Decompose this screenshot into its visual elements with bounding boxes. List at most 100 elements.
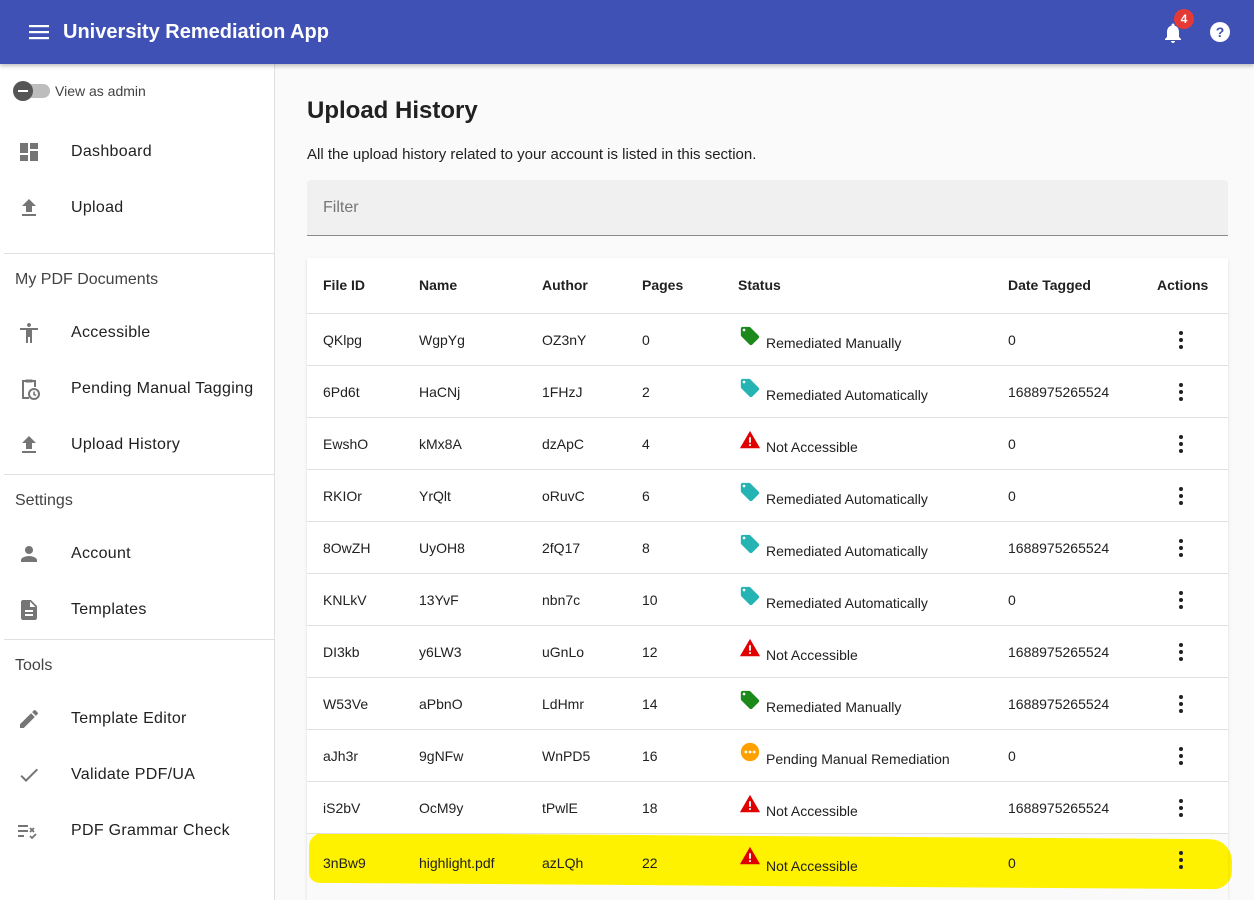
cell-name: OcM9y [419, 800, 464, 816]
table-row[interactable]: RKIOr YrQlt oRuvC 6 Remediated Automatically… [307, 470, 1228, 522]
dashboard-icon [20, 143, 38, 161]
cell-status: Remediated Automatically [766, 595, 928, 611]
warning-icon [739, 794, 761, 813]
sidebar-item-validate-pdf-ua[interactable]: Validate PDF/UA [0, 751, 274, 799]
column-header-file-id[interactable]: File ID [323, 277, 365, 293]
cell-status: Remediated Automatically [766, 387, 928, 403]
cell-pages: 8 [642, 540, 650, 556]
table-row[interactable]: KNLkV 13YvF nbn7c 10 Remediated Automaticall… [307, 574, 1228, 626]
pencil-icon [20, 709, 39, 728]
column-header-author[interactable]: Author [542, 277, 588, 293]
cell-file-id: 6Pd6t [323, 384, 360, 400]
toggle-switch[interactable] [13, 81, 50, 101]
menu-icon[interactable] [22, 18, 56, 46]
table-row[interactable]: iS2bV OcM9y tPwlE 18 Not Accessible 168897526… [307, 782, 1228, 834]
sidebar-item-label: Validate PDF/UA [71, 766, 196, 783]
cell-status: Remediated Automatically [766, 543, 928, 559]
more-actions-icon[interactable] [1171, 380, 1191, 404]
cell-name: aPbnO [419, 696, 463, 712]
toggle-knob [13, 81, 33, 101]
app-title: University Remediation App [63, 21, 329, 43]
cell-status: Remediated Automatically [766, 491, 928, 507]
help-icon[interactable]: ? [1208, 20, 1232, 44]
more-actions-icon[interactable] [1171, 640, 1191, 664]
table-row[interactable]: 3nBw9 highlight.pdf azLQh 22 Not Accessible 0 [307, 834, 1228, 886]
table-row[interactable]: EwshO kMx8A dzApC 4 Not Accessible 0 [307, 418, 1228, 470]
table-row[interactable]: W53Ve aPbnO LdHmr 14 Remediated Manually 1688… [307, 678, 1228, 730]
cell-author: 2fQ17 [542, 540, 581, 556]
page-description: All the upload history related to your a… [307, 146, 757, 163]
sidebar-item-dashboard[interactable]: Dashboard [0, 128, 274, 176]
column-header-pages[interactable]: Pages [642, 277, 683, 293]
column-header-status[interactable]: Status [738, 277, 781, 293]
table-row[interactable]: 8OwZH UyOH8 2fQ17 8 Remediated Automatically… [307, 522, 1228, 574]
cell-name: kMx8A [419, 436, 462, 452]
teal-tag-icon [740, 534, 760, 554]
sidebar-item-label: Accessible [71, 324, 151, 341]
cell-name: y6LW3 [419, 644, 462, 660]
table-row[interactable]: 6Pd6t HaCNj 1FHzJ 2 Remediated Automatically… [307, 366, 1228, 418]
cell-file-id: iS2bV [323, 800, 361, 816]
cell-author: 1FHzJ [542, 384, 583, 400]
cell-date-tagged: 0 [1008, 332, 1016, 348]
cell-name: highlight.pdf [419, 855, 495, 871]
more-actions-icon[interactable] [1171, 692, 1191, 716]
cell-file-id: EwshO [323, 436, 369, 452]
warning-icon [739, 846, 761, 865]
more-actions-icon[interactable] [1171, 744, 1191, 768]
view-as-admin-toggle[interactable]: View as admin [13, 80, 146, 102]
notifications-button[interactable]: 4 [1158, 9, 1194, 48]
table-row[interactable]: DI3kb y6LW3 uGnLo 12 Not Accessible 168897526… [307, 626, 1228, 678]
sidebar-divider [4, 253, 274, 254]
table-header: File ID Name Author Pages Status Date Ta… [307, 258, 1228, 314]
sidebar-item-templates[interactable]: Templates [0, 586, 274, 634]
cell-pages: 12 [642, 644, 658, 660]
more-actions-icon[interactable] [1171, 432, 1191, 456]
more-actions-icon[interactable] [1171, 536, 1191, 560]
column-header-date-tagged[interactable]: Date Tagged [1008, 277, 1091, 293]
sidebar-item-label: Account [71, 545, 131, 562]
cell-author: OZ3nY [542, 332, 587, 348]
cell-status: Remediated Manually [766, 699, 902, 715]
sidebar-item-upload[interactable]: Upload [0, 184, 274, 232]
upload-history-table: File ID Name Author Pages Status Date Ta… [307, 258, 1228, 900]
more-actions-icon[interactable] [1171, 848, 1191, 872]
teal-tag-icon [740, 482, 760, 502]
sidebar-item-pdf-grammar-check[interactable]: PDF Grammar Check [0, 807, 274, 855]
person-icon [21, 546, 37, 562]
cell-name: YrQlt [419, 488, 451, 504]
cell-status: Not Accessible [766, 647, 858, 663]
more-actions-icon[interactable] [1171, 484, 1191, 508]
column-header-name[interactable]: Name [419, 277, 457, 293]
svg-text:?: ? [1216, 24, 1225, 40]
more-actions-icon[interactable] [1171, 588, 1191, 612]
more-actions-icon[interactable] [1171, 328, 1191, 352]
cell-date-tagged: 0 [1008, 855, 1016, 871]
cell-date-tagged: 1688975265524 [1008, 644, 1110, 660]
spellcheck-icon [18, 825, 37, 840]
cell-author: WnPD5 [542, 748, 591, 764]
sidebar-item-upload-history[interactable]: Upload History [0, 421, 274, 469]
sidebar-divider [4, 474, 274, 475]
sidebar-item-accessible[interactable]: Accessible [0, 309, 274, 357]
warning-icon [739, 430, 761, 449]
app-bar: University Remediation App 4 ? [0, 0, 1254, 64]
cell-author: nbn7c [542, 592, 581, 608]
table-row[interactable]: QKlpg WgpYg OZ3nY 0 Remediated Manually 0 [307, 314, 1228, 366]
cell-pages: 10 [642, 592, 658, 608]
cell-status: Not Accessible [766, 803, 858, 819]
filter-field[interactable] [307, 180, 1228, 236]
sidebar-item-pending-manual-tagging[interactable]: Pending Manual Tagging [0, 365, 274, 413]
table-row[interactable]: aJh3r 9gNFw WnPD5 16 Pending Manual Remediat… [307, 730, 1228, 782]
more-actions-icon[interactable] [1171, 796, 1191, 820]
sidebar-item-template-editor[interactable]: Template Editor [0, 695, 274, 743]
cell-name: 9gNFw [419, 748, 464, 764]
filter-input[interactable] [307, 180, 1228, 235]
cell-date-tagged: 0 [1008, 488, 1016, 504]
warning-icon [739, 638, 761, 657]
sidebar-item-account[interactable]: Account [0, 530, 274, 578]
cell-date-tagged: 1688975265524 [1008, 696, 1110, 712]
cell-author: dzApC [542, 436, 585, 452]
cell-file-id: aJh3r [323, 748, 359, 764]
cell-status: Not Accessible [766, 439, 858, 455]
